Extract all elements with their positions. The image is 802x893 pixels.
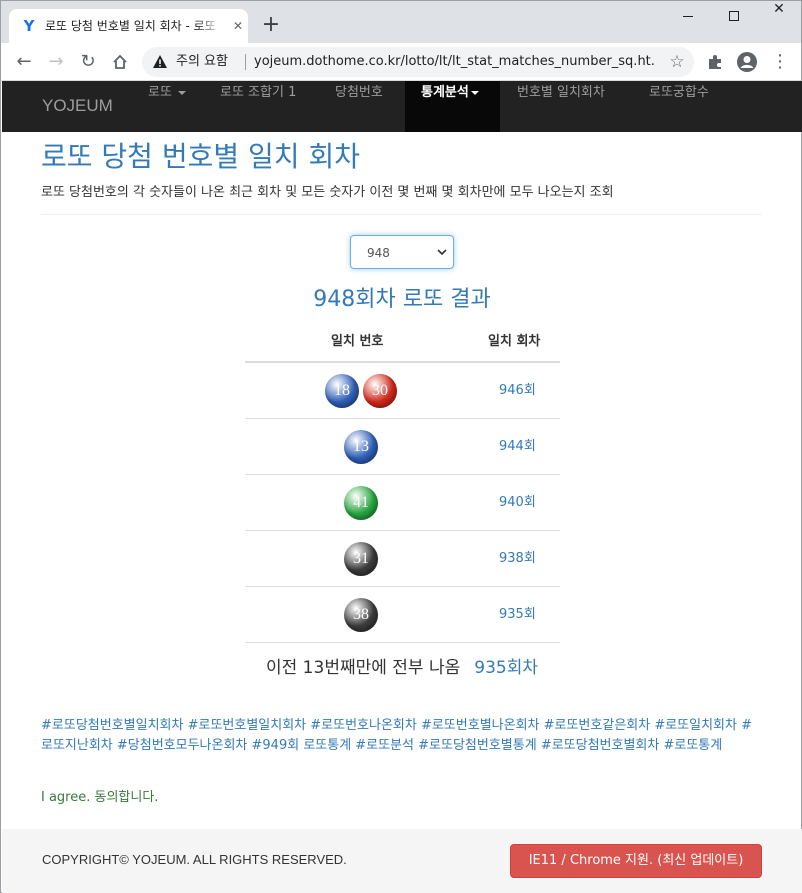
summary: 이전 13번째만에 전부 나옴 935회차 [1,655,802,681]
nav-item-statistics[interactable]: 통계분석 [405,81,500,132]
browser-tab[interactable]: Y 로또 당첨 번호별 일치 회차 - 로또 ✕ [9,9,248,43]
table-header: 일치 번호 일치 회차 [245,323,560,363]
chevron-down-icon [437,245,447,261]
nav-item-matches-by-number[interactable]: 번호별 일치회차 [502,81,620,132]
agree-text: I agree. 동의합니다. [41,790,159,805]
lotto-ball: 41 [344,486,378,520]
footer: COPYRIGHT© YOJEUM. ALL RIGHTS RESERVED. … [2,829,802,893]
round-link[interactable]: 935회 [499,606,536,624]
profile-icon[interactable] [736,51,758,73]
summary-round-link[interactable]: 935회차 [474,658,538,678]
home-icon[interactable] [109,51,131,73]
table-row: 41 940회 [245,475,560,531]
browser-window: Y 로또 당첨 번호별 일치 회차 - 로또 ✕ + ✕ ← → ↻ 주의 요함… [0,0,802,893]
round-select-value: 948 [367,246,390,260]
lotto-ball: 38 [344,598,378,632]
update-button[interactable]: IE11 / Chrome 지원. (최신 업데이트) [510,844,762,878]
warning-icon[interactable] [152,54,168,70]
nav-item-combiner[interactable]: 로또 조합기 1 [205,81,311,132]
ball-group: 13 [245,430,477,464]
round-select[interactable]: 948 [350,235,454,269]
back-icon[interactable]: ← [13,51,35,73]
caret-down-icon [470,90,479,95]
table-row: 18 30 946회 [245,363,560,419]
minimize-icon[interactable] [665,1,711,33]
site-brand[interactable]: YOJEUM [42,96,113,116]
caret-down-icon [178,90,187,95]
ball-group: 41 [245,486,477,520]
security-label[interactable]: 주의 요함 [176,54,228,70]
page-description: 로또 당첨번호의 각 숫자들이 나온 최근 회차 및 모든 숫자가 이전 몇 번… [41,185,614,200]
bookmark-star-icon[interactable]: ☆ [667,52,687,72]
nav-item-compatibility[interactable]: 로또궁합수 [634,81,724,132]
omnibox-divider [245,54,246,70]
round-link[interactable]: 940회 [499,494,536,512]
copyright: COPYRIGHT© YOJEUM. ALL RIGHTS RESERVED. [42,852,347,867]
tab-bar: Y 로또 당첨 번호별 일치 회차 - 로또 ✕ + ✕ [1,1,801,43]
url-text[interactable]: yojeum.dothome.co.kr/lotto/lt/lt_stat_ma… [254,54,654,70]
new-tab-icon[interactable]: + [260,14,282,36]
table-row: 38 935회 [245,587,560,643]
summary-text: 이전 13번째만에 전부 나옴 [266,658,461,678]
ball-group: 31 [245,542,477,576]
site-favicon-icon: Y [23,17,35,35]
round-link[interactable]: 944회 [499,438,536,456]
lotto-ball: 18 [325,374,359,408]
divider [41,214,761,215]
page-title: 로또 당첨 번호별 일치 회차 [41,140,360,173]
round-link[interactable]: 946회 [499,382,536,400]
round-link[interactable]: 938회 [499,550,536,568]
browser-toolbar: ← → ↻ 주의 요함 yojeum.dothome.co.kr/lotto/l… [1,43,801,81]
lotto-ball: 31 [344,542,378,576]
nav-item-winning-numbers[interactable]: 당첨번호 [320,81,398,132]
tab-title: 로또 당첨 번호별 일치 회차 - 로또 [45,19,216,33]
address-bar[interactable]: 주의 요함 yojeum.dothome.co.kr/lotto/lt/lt_s… [142,47,694,77]
lotto-ball: 30 [363,374,397,408]
ball-group: 18 30 [245,374,477,408]
nav-item-lotto[interactable]: 로또 [133,81,201,132]
table-row: 31 938회 [245,531,560,587]
hashtag-list[interactable]: #로또당첨번호별일치회차 #로또번호별일치회차 #로또번호나온회차 #로또번호별… [41,716,763,756]
forward-icon[interactable]: → [45,51,67,73]
maximize-icon[interactable] [711,1,757,33]
header-match-round: 일치 회차 [488,334,541,349]
table-row: 13 944회 [245,419,560,475]
site-navbar: YOJEUM 로또 로또 조합기 1 당첨번호 통계분석 번호별 일치회차 로또… [2,81,802,132]
reload-icon[interactable]: ↻ [77,51,99,73]
header-match-numbers: 일치 번호 [331,334,384,349]
menu-kebab-icon[interactable]: ⋮ [769,51,791,73]
lotto-ball: 13 [344,430,378,464]
window-close-icon[interactable]: ✕ [756,1,802,33]
match-table: 일치 번호 일치 회차 18 30 946회 13 944회 41 940회 31 938회 38… [245,323,560,643]
tab-close-icon[interactable]: ✕ [230,18,246,34]
result-title: 948회차 로또 결과 [313,287,491,312]
ball-group: 38 [245,598,477,632]
extensions-icon[interactable] [704,51,726,73]
